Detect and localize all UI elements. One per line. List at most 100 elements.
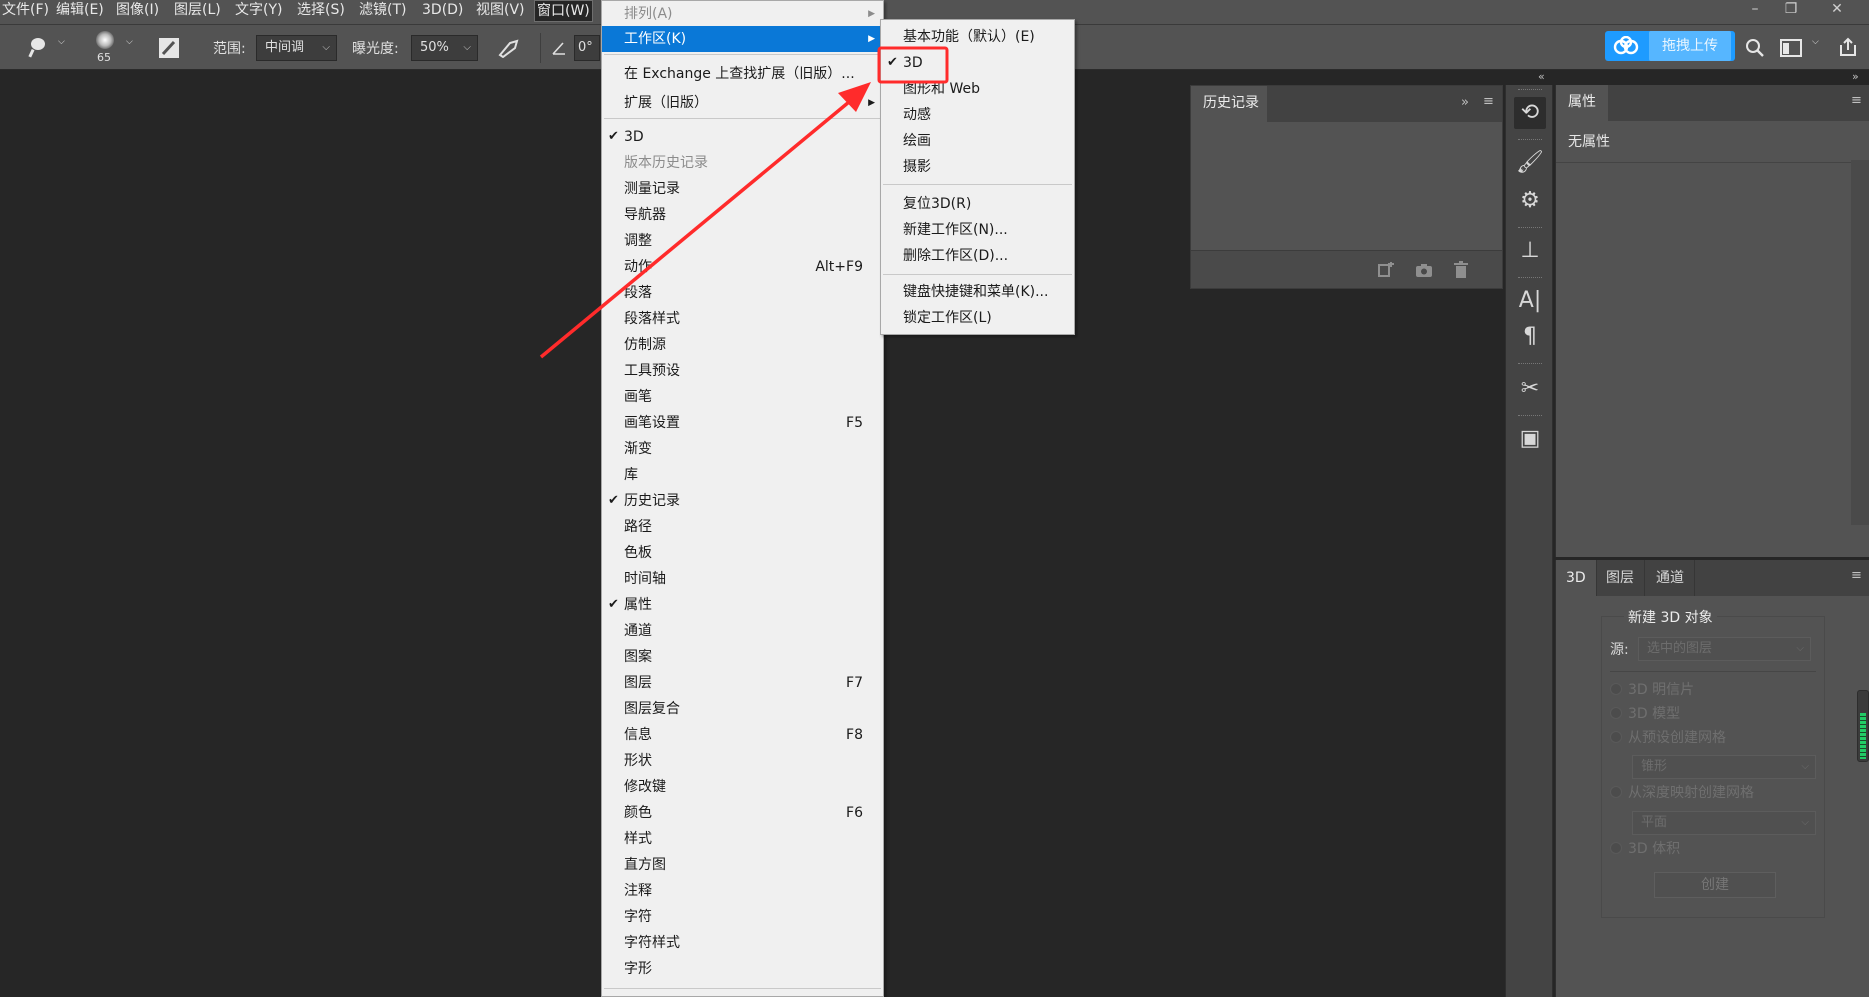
menu-item[interactable]: 图层 F7 <box>602 670 883 696</box>
menu-item[interactable]: 字符样式 <box>602 930 883 956</box>
option-volume[interactable]: 3D 体积 <box>1610 838 1680 858</box>
menu-item[interactable]: 字符 <box>602 904 883 930</box>
menu-item[interactable]: 动作 Alt+F9 <box>602 254 883 280</box>
menu-item[interactable]: 段落样式 <box>602 306 883 332</box>
submenu-item[interactable]: 动感 <box>881 102 1074 128</box>
menu-item[interactable]: 图层复合 <box>602 696 883 722</box>
menu-filter[interactable]: 滤镜(T) <box>357 0 408 22</box>
menu-view[interactable]: 视图(V) <box>474 0 527 22</box>
create-button[interactable]: 创建 <box>1654 872 1776 898</box>
menu-3d[interactable]: 3D(D) <box>420 0 465 22</box>
tab-properties[interactable]: 属性 <box>1556 85 1608 121</box>
exposure-input[interactable]: 50% ⌵ <box>411 35 478 61</box>
menu-select[interactable]: 选择(S) <box>295 0 347 22</box>
menu-item-arrange[interactable]: 排列(A) ▶ <box>602 1 883 27</box>
restore-icon[interactable]: ❐ <box>1771 0 1811 20</box>
menu-item-exchange[interactable]: 在 Exchange 上查找扩展（旧版）... <box>602 61 883 87</box>
adjustments-panel-icon[interactable]: ⚙ <box>1514 185 1546 217</box>
range-select[interactable]: 中间调 ⌵ <box>256 35 337 61</box>
menu-item[interactable]: 画笔 <box>602 384 883 410</box>
tab-channels[interactable]: 通道 <box>1646 560 1695 596</box>
submenu-item[interactable]: 删除工作区(D)... <box>881 243 1074 269</box>
chevron-down-icon[interactable]: ⌵ <box>1812 37 1819 47</box>
sponge-tool-icon[interactable] <box>25 36 51 58</box>
submenu-item[interactable]: 图形和 Web <box>881 76 1074 102</box>
expand-icon[interactable]: » <box>1852 70 1859 83</box>
submenu-item[interactable]: 摄影 <box>881 154 1074 180</box>
menu-item[interactable]: 直方图 <box>602 852 883 878</box>
menu-layer[interactable]: 图层(L) <box>172 0 223 22</box>
menu-item[interactable]: 注释 <box>602 878 883 904</box>
collapse-icon[interactable]: » <box>1461 95 1469 110</box>
menu-item[interactable]: 库 <box>602 462 883 488</box>
menu-item[interactable]: ✔ 历史记录 <box>602 488 883 514</box>
panel-menu-icon[interactable]: ≡ <box>1851 568 1862 583</box>
tab-history[interactable]: 历史记录 <box>1191 86 1267 122</box>
minimize-icon[interactable]: – <box>1735 0 1775 20</box>
brush-panel-icon[interactable]: 🖌 <box>1514 147 1546 179</box>
menu-item[interactable]: 时间轴 <box>602 566 883 592</box>
panel-menu-icon[interactable]: ≡ <box>1851 93 1862 108</box>
menu-item-extensions[interactable]: 扩展（旧版） ▶ <box>602 90 883 116</box>
menu-item[interactable]: 字形 <box>602 956 883 982</box>
menu-image[interactable]: 图像(I) <box>114 0 161 22</box>
submenu-item[interactable]: 复位3D(R) <box>881 191 1074 217</box>
menu-item[interactable]: 测量记录 <box>602 176 883 202</box>
menu-item[interactable]: 工具预设 <box>602 358 883 384</box>
scroll-indicator[interactable] <box>1857 690 1869 762</box>
share-icon[interactable] <box>1838 37 1858 57</box>
menu-item[interactable]: ✔ 3D <box>602 124 883 150</box>
search-icon[interactable] <box>1745 38 1765 58</box>
menu-item[interactable]: 信息 F8 <box>602 722 883 748</box>
angle-input[interactable]: 0° <box>574 35 600 61</box>
new-document-icon[interactable] <box>1377 262 1395 278</box>
upload-button[interactable]: 拖拽上传 <box>1605 31 1735 61</box>
paragraph-panel-icon[interactable]: ¶ <box>1514 321 1546 353</box>
menu-item[interactable]: 颜色 F6 <box>602 800 883 826</box>
chevron-down-icon[interactable]: ⌵ <box>58 37 65 47</box>
menu-item[interactable]: 修改键 <box>602 774 883 800</box>
menu-window[interactable]: 窗口(W) <box>534 0 593 22</box>
menu-item[interactable]: 仿制源 <box>602 332 883 358</box>
submenu-item[interactable]: 基本功能（默认）(E) <box>881 24 1074 50</box>
workspace-layout-icon[interactable] <box>1780 39 1802 57</box>
source-select[interactable]: 选中的图层 ⌵ <box>1638 637 1811 661</box>
menu-item[interactable]: 图案 <box>602 644 883 670</box>
menu-item[interactable]: 段落 <box>602 280 883 306</box>
camera-icon[interactable] <box>1415 262 1433 278</box>
menu-type[interactable]: 文字(Y) <box>233 0 284 22</box>
brush-settings-icon[interactable] <box>158 37 180 59</box>
menu-item[interactable]: 色板 <box>602 540 883 566</box>
library-panel-icon[interactable]: ▣ <box>1514 423 1546 455</box>
menu-item[interactable]: 通道 <box>602 618 883 644</box>
menu-item[interactable]: 版本历史记录 <box>602 150 883 176</box>
menu-item[interactable]: 样式 <box>602 826 883 852</box>
brush-preview-icon[interactable] <box>96 31 114 49</box>
submenu-item[interactable]: 锁定工作区(L) <box>881 305 1074 331</box>
chevron-down-icon[interactable]: ⌵ <box>126 37 133 47</box>
submenu-item[interactable]: 键盘快捷键和菜单(K)... <box>881 279 1074 305</box>
submenu-item[interactable]: 绘画 <box>881 128 1074 154</box>
history-list[interactable] <box>1191 122 1502 252</box>
menu-item[interactable]: 调整 <box>602 228 883 254</box>
trash-icon[interactable] <box>1453 261 1469 279</box>
menu-item[interactable]: 导航器 <box>602 202 883 228</box>
menu-item[interactable]: 画笔设置 F5 <box>602 410 883 436</box>
airbrush-icon[interactable] <box>497 38 523 58</box>
collapse-icon[interactable]: « <box>1538 70 1545 83</box>
menu-file[interactable]: 文件(F) <box>0 0 51 22</box>
menu-edit[interactable]: 编辑(E) <box>54 0 106 22</box>
tab-layers[interactable]: 图层 <box>1596 560 1645 596</box>
tab-3d[interactable]: 3D <box>1556 560 1597 596</box>
depth-select[interactable]: 平面 ⌵ <box>1632 811 1816 835</box>
option-preset-mesh[interactable]: 从预设创建网格 <box>1610 727 1726 747</box>
menu-item[interactable]: 渐变 <box>602 436 883 462</box>
preset-select[interactable]: 锥形 ⌵ <box>1632 755 1816 779</box>
clone-source-icon[interactable]: ⊥ <box>1514 235 1546 267</box>
option-postcard[interactable]: 3D 明信片 <box>1610 679 1694 699</box>
submenu-item[interactable]: 新建工作区(N)... <box>881 217 1074 243</box>
menu-item[interactable]: ✔ 属性 <box>602 592 883 618</box>
panel-menu-icon[interactable]: ≡ <box>1483 94 1494 109</box>
tools-panel-icon[interactable]: ✂ <box>1514 373 1546 405</box>
close-icon[interactable]: ✕ <box>1817 0 1857 20</box>
